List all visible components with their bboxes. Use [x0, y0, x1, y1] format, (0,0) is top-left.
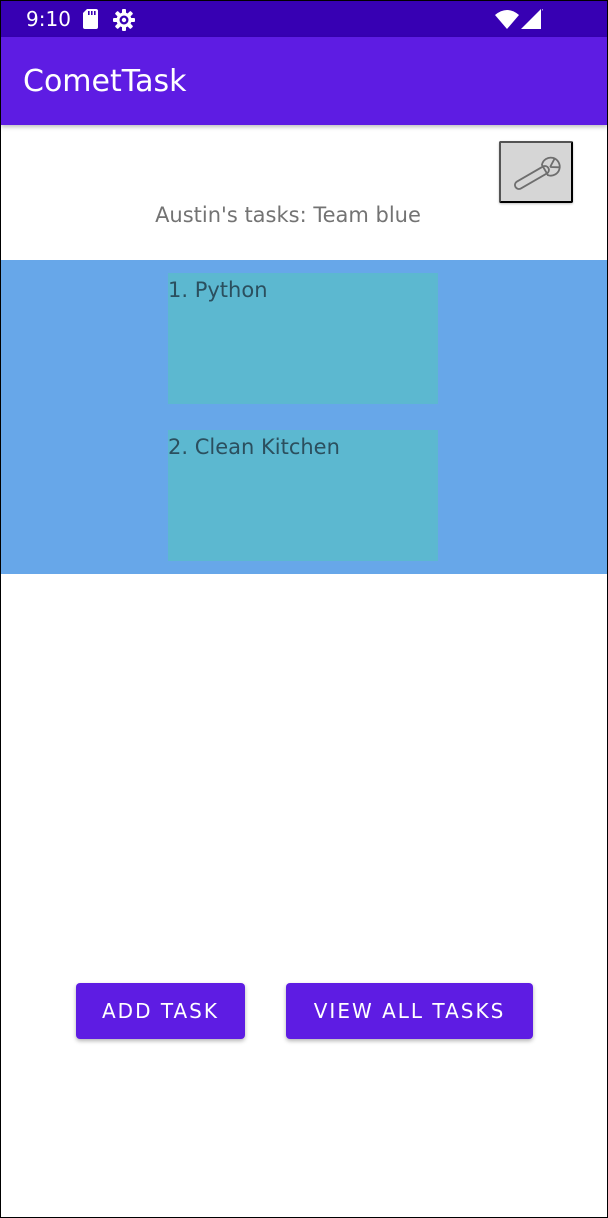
view-all-tasks-button[interactable]: VIEW ALL TASKS	[286, 983, 533, 1039]
wifi-icon	[495, 10, 519, 29]
cell-signal-icon	[521, 9, 543, 29]
settings-gear-icon	[113, 9, 135, 31]
task-card[interactable]: 2. Clean Kitchen	[168, 430, 438, 561]
app-bar: CometTask	[1, 37, 607, 125]
task-label: 2. Clean Kitchen	[168, 435, 340, 459]
task-card[interactable]: 1. Python	[168, 273, 438, 404]
status-time: 9:10	[26, 7, 71, 31]
wrench-icon	[514, 156, 561, 190]
app-title: CometTask	[23, 64, 187, 99]
status-bar: 9:10	[1, 1, 607, 37]
settings-button[interactable]	[499, 141, 573, 203]
app-screen: 9:10 CometTask Austin's tasks: Team blue…	[1, 1, 607, 1217]
sd-card-icon	[83, 9, 98, 29]
task-label: 1. Python	[168, 278, 268, 302]
tasks-title: Austin's tasks: Team blue	[155, 203, 421, 227]
add-task-button[interactable]: ADD TASK	[76, 983, 245, 1039]
task-list: 1. Python 2. Clean Kitchen	[1, 260, 607, 574]
